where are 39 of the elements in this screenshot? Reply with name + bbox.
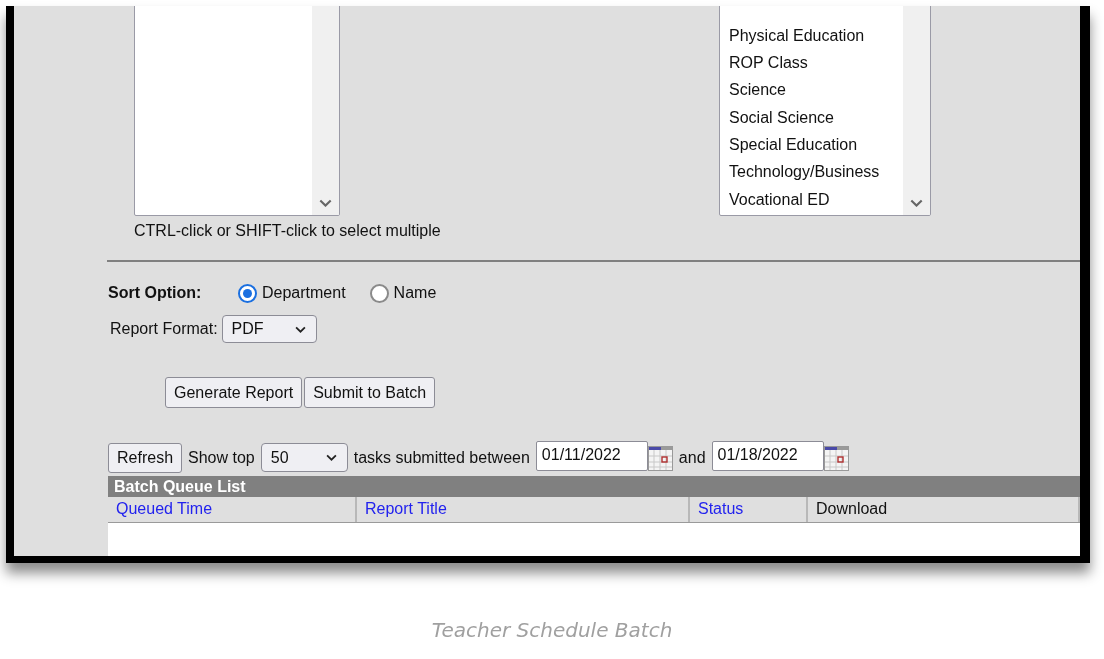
image-caption: Teacher Schedule Batch — [430, 618, 674, 642]
radio-button[interactable] — [238, 283, 257, 303]
radio-button[interactable] — [369, 283, 389, 303]
scrollbar[interactable] — [903, 6, 930, 215]
report-format-select[interactable]: PDF — [221, 315, 317, 343]
calendar-icon[interactable] — [823, 446, 849, 471]
date-range-label: tasks submitted between — [353, 448, 530, 467]
table-title: Batch Queue List — [108, 476, 1080, 497]
radio-label: Name — [393, 284, 437, 302]
report-format-label: Report Format: — [110, 320, 218, 338]
list-option[interactable]: Physical Education — [729, 21, 903, 50]
list-option[interactable]: ROP Class — [729, 49, 903, 77]
date-field[interactable]: 01/11/2022 — [535, 441, 648, 471]
list-option[interactable]: Social Science — [729, 103, 903, 131]
and-label: and — [678, 448, 706, 467]
chevron-down-icon — [910, 199, 923, 207]
list-option[interactable]: Special Education — [729, 131, 903, 159]
column-header[interactable]: Status — [690, 497, 808, 522]
show-top-select[interactable]: 50 — [260, 443, 348, 472]
list-option[interactable]: Technology/Business — [729, 158, 903, 186]
chevron-down-icon — [294, 325, 306, 333]
selection-hint: CTRL-click or SHIFT-click to select multiple — [134, 221, 441, 241]
list-option[interactable]: Science — [729, 76, 903, 104]
column-header: Download — [808, 497, 1080, 522]
date-field[interactable]: 01/18/2022 — [711, 441, 824, 471]
scrollbar[interactable] — [312, 6, 339, 215]
radio-label: Department — [262, 284, 346, 302]
action-button[interactable]: Submit to Batch — [304, 377, 436, 408]
chevron-down-icon — [325, 454, 337, 461]
refresh-button[interactable]: Refresh — [108, 442, 183, 473]
chevron-down-icon — [319, 199, 332, 207]
column-header[interactable]: Queued Time — [108, 497, 357, 522]
column-header[interactable]: Report Title — [357, 497, 690, 522]
show-top-label: Show top — [188, 448, 255, 467]
list-option[interactable]: Vocational ED — [729, 185, 903, 213]
action-button[interactable]: Generate Report — [165, 377, 303, 408]
calendar-icon[interactable] — [647, 446, 673, 471]
sort-option-label: Sort Option: — [108, 284, 203, 302]
list-box[interactable]: Physical Education ROP Class Science Social Science Special Education Technology/Business Vocational ED — [719, 6, 931, 216]
